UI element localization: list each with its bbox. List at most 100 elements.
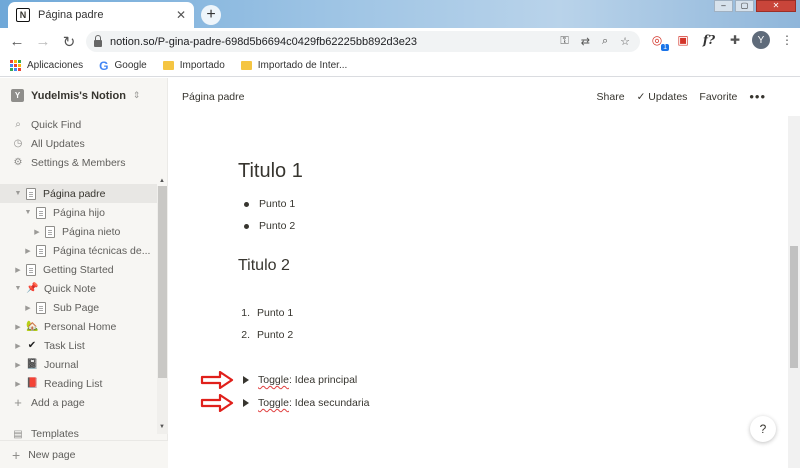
translate-icon[interactable]: ⇄ bbox=[581, 35, 590, 48]
sidebar-quick-find[interactable]: ⌕ Quick Find bbox=[0, 115, 157, 134]
extension-target-icon[interactable]: ◎ 1 bbox=[648, 31, 669, 51]
caret-right-icon[interactable]: ▶ bbox=[13, 342, 23, 350]
bookmark-importado[interactable]: Importado bbox=[162, 60, 225, 71]
maximize-button[interactable]: ▢ bbox=[735, 0, 754, 12]
caret-right-icon[interactable]: ▶ bbox=[13, 361, 23, 369]
bookmark-importado-de-internet[interactable]: Importado de Inter... bbox=[240, 60, 347, 71]
breadcrumb[interactable]: Página padre bbox=[182, 91, 244, 103]
favorite-button[interactable]: Favorite bbox=[699, 91, 737, 103]
caret-right-icon[interactable]: ▶ bbox=[32, 228, 42, 236]
caret-right-icon[interactable]: ▶ bbox=[13, 323, 23, 331]
plus-icon: + bbox=[14, 395, 22, 410]
sidebar-item-sub-page[interactable]: ▶ Sub Page bbox=[0, 298, 157, 317]
red-book-icon: 📕 bbox=[26, 378, 39, 389]
browser-tab[interactable]: N Página padre ✕ bbox=[8, 2, 194, 28]
list-number: 2. bbox=[241, 329, 250, 341]
window-controls: – ▢ ✕ bbox=[714, 0, 796, 12]
extensions-puzzle-icon[interactable]: ✚ bbox=[726, 31, 744, 49]
toggle-block[interactable]: Toggle: Idea secundaria bbox=[238, 397, 370, 409]
share-button[interactable]: Share bbox=[597, 91, 625, 103]
extension-lock-icon[interactable]: ▣ bbox=[674, 31, 692, 49]
bulleted-list-item[interactable]: Punto 1 bbox=[238, 198, 295, 210]
page-icon bbox=[36, 206, 46, 219]
browser-menu-icon[interactable]: ⋮ bbox=[778, 31, 796, 49]
sidebar-item-label: Quick Find bbox=[31, 118, 82, 131]
workspace-avatar: Y bbox=[11, 89, 24, 102]
numbered-list-item[interactable]: 2. Punto 2 bbox=[238, 329, 293, 341]
window-close-button[interactable]: ✕ bbox=[756, 0, 796, 12]
address-bar[interactable]: notion.so/P-gina-padre-698d5b6694c0429fb… bbox=[86, 31, 640, 52]
bookmark-label: Google bbox=[114, 60, 147, 71]
page-icon bbox=[26, 263, 36, 276]
page-scroll-thumb[interactable] bbox=[790, 246, 798, 368]
reload-icon[interactable]: ↻ bbox=[58, 31, 80, 53]
sidebar-item-label: Task List bbox=[44, 339, 85, 352]
sidebar-item-label: Sub Page bbox=[53, 301, 100, 314]
bookmarks-bar: Aplicaciones G Google Importado Importad… bbox=[0, 55, 800, 77]
extension-fx-icon[interactable]: f? bbox=[700, 31, 718, 49]
search-icon: ⌕ bbox=[15, 119, 21, 130]
caret-down-icon[interactable]: ▼ bbox=[23, 209, 33, 216]
toggle-triangle-icon[interactable] bbox=[243, 376, 249, 384]
minimize-button[interactable]: – bbox=[714, 0, 733, 12]
forward-icon[interactable]: → bbox=[32, 31, 54, 53]
scroll-down-icon[interactable]: ▼ bbox=[159, 424, 165, 430]
bookmark-google[interactable]: G Google bbox=[99, 59, 147, 73]
sidebar-item-pagina-tecnicas[interactable]: ▶ Página técnicas de... bbox=[0, 241, 157, 260]
back-icon[interactable]: ← bbox=[6, 31, 28, 53]
page-icon bbox=[36, 301, 46, 314]
numbered-list-item[interactable]: 1. Punto 1 bbox=[238, 307, 293, 319]
caret-down-icon[interactable]: ▼ bbox=[13, 285, 23, 292]
sidebar-item-journal[interactable]: ▶ 📓 Journal bbox=[0, 355, 157, 374]
caret-right-icon[interactable]: ▶ bbox=[13, 380, 23, 388]
house-icon: 🏡 bbox=[26, 321, 39, 332]
sidebar-item-reading-list[interactable]: ▶ 📕 Reading List bbox=[0, 374, 157, 393]
scroll-up-icon[interactable]: ▲ bbox=[159, 178, 165, 184]
bulleted-list-item[interactable]: Punto 2 bbox=[238, 220, 295, 232]
updates-button[interactable]: ✓ Updates bbox=[637, 91, 688, 103]
page-scrollbar[interactable] bbox=[788, 116, 800, 468]
more-options-icon[interactable]: ••• bbox=[749, 90, 766, 103]
sidebar-item-pagina-padre[interactable]: ▼ Página padre bbox=[0, 184, 157, 203]
sidebar-all-updates[interactable]: ◷ All Updates bbox=[0, 134, 157, 153]
caret-right-icon[interactable]: ▶ bbox=[13, 266, 23, 274]
sidebar-item-pagina-hijo[interactable]: ▼ Página hijo bbox=[0, 203, 157, 222]
sidebar-item-task-list[interactable]: ▶ ✔ Task List bbox=[0, 336, 157, 355]
toggle-text: : Idea principal bbox=[288, 374, 358, 386]
url-text[interactable]: notion.so/P-gina-padre-698d5b6694c0429fb… bbox=[110, 36, 560, 48]
sidebar-item-label: Página hijo bbox=[53, 206, 105, 219]
caret-right-icon[interactable]: ▶ bbox=[23, 247, 33, 255]
workspace-switcher[interactable]: Y Yudelmis's Notion ⇕ bbox=[11, 89, 140, 102]
sidebar-settings[interactable]: ⚙ Settings & Members bbox=[0, 153, 157, 172]
new-tab-button[interactable]: + bbox=[201, 5, 221, 25]
new-page-button[interactable]: + New page bbox=[0, 440, 168, 468]
sidebar-item-label: Settings & Members bbox=[31, 156, 126, 169]
sidebar-item-quick-note[interactable]: ▼ 📌 Quick Note bbox=[0, 279, 157, 298]
caret-down-icon[interactable]: ▼ bbox=[13, 190, 23, 197]
help-button[interactable]: ? bbox=[750, 416, 776, 442]
sidebar-scrollbar[interactable] bbox=[157, 186, 168, 434]
zoom-icon[interactable]: ⌕ bbox=[602, 35, 608, 48]
sidebar-item-label: Journal bbox=[44, 358, 79, 371]
sidebar-item-pagina-nieto[interactable]: ▶ Página nieto bbox=[0, 222, 157, 241]
key-icon[interactable]: ⚿ bbox=[560, 35, 568, 48]
sidebar-add-page[interactable]: + Add a page bbox=[0, 393, 157, 412]
heading-2[interactable]: Titulo 2 bbox=[238, 257, 290, 275]
sidebar-templates[interactable]: ▤ Templates bbox=[0, 426, 157, 440]
heading-1[interactable]: Titulo 1 bbox=[238, 160, 303, 183]
toggle-block[interactable]: Toggle: Idea principal bbox=[238, 374, 357, 386]
sidebar-item-personal-home[interactable]: ▶ 🏡 Personal Home bbox=[0, 317, 157, 336]
gear-icon: ⚙ bbox=[13, 157, 23, 168]
bookmark-star-icon[interactable]: ☆ bbox=[620, 35, 630, 48]
close-tab-icon[interactable]: ✕ bbox=[176, 8, 186, 22]
bookmark-apps[interactable]: Aplicaciones bbox=[10, 60, 83, 71]
notion-favicon-icon: N bbox=[16, 8, 30, 22]
sidebar-item-getting-started[interactable]: ▶ Getting Started bbox=[0, 260, 157, 279]
sidebar-scroll-thumb[interactable] bbox=[158, 186, 167, 378]
pushpin-icon: 📌 bbox=[26, 283, 39, 294]
folder-icon bbox=[240, 61, 252, 70]
bookmark-label: Importado bbox=[179, 60, 225, 71]
profile-avatar[interactable]: Y bbox=[752, 31, 770, 49]
caret-right-icon[interactable]: ▶ bbox=[23, 304, 33, 312]
toggle-triangle-icon[interactable] bbox=[243, 399, 249, 407]
